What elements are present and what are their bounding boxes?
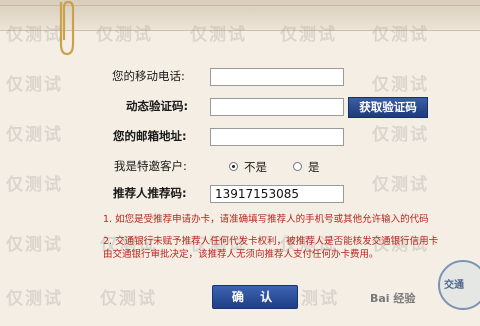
email-label: 您的邮箱地址: [113, 129, 187, 143]
stamp-text: 交通 [444, 280, 464, 291]
vip-option-no-label: 不是 [244, 160, 267, 174]
baidu-jingyan-logo: Bai 经验 [370, 292, 416, 305]
note-line-1: 1. 如您是受推荐申请办卡，请准确填写推荐人的手机号或其他允许输入的代码 [103, 214, 429, 225]
watermark: 仅测试 [372, 75, 429, 95]
watermark: 仅测试 [100, 289, 157, 309]
phone-input[interactable] [210, 68, 344, 86]
email-input[interactable] [210, 128, 344, 146]
bank-stamp: 交通 [438, 260, 480, 310]
note-line-3: 由交通银行审批决定，该推荐人无须向推荐人支付任何办卡费用。 [103, 249, 379, 260]
vip-option-yes-label: 是 [308, 160, 320, 174]
watermark: 仅测试 [6, 75, 63, 95]
vip-radio-yes[interactable] [293, 162, 302, 171]
referrer-code-input[interactable]: 13917153085 [210, 185, 344, 203]
watermark: 仅测试 [372, 125, 429, 145]
vip-radio-no[interactable] [229, 162, 238, 171]
confirm-button[interactable]: 确 认 [212, 285, 298, 309]
referrer-code-label: 推荐人推荐码: [113, 186, 187, 200]
watermark: 仅测试 [372, 175, 429, 195]
verification-code-label: 动态验证码: [126, 99, 189, 113]
watermark: 仅测试 [6, 125, 63, 145]
watermark: 仅测试 [6, 235, 63, 255]
phone-label: 您的移动电话: [112, 69, 185, 83]
note-line-2: 2. 交通银行未赋予推荐人任何代发卡权利，被推荐人是否能核发交通银行信用卡 [103, 236, 439, 247]
get-code-button[interactable]: 获取验证码 [348, 97, 428, 118]
paperclip-icon [59, 0, 75, 56]
verification-code-input[interactable] [210, 98, 344, 116]
watermark: 仅测试 [6, 175, 63, 195]
watermark: 仅测试 [6, 289, 63, 309]
vip-customer-label: 我是特邀客户: [114, 159, 187, 173]
